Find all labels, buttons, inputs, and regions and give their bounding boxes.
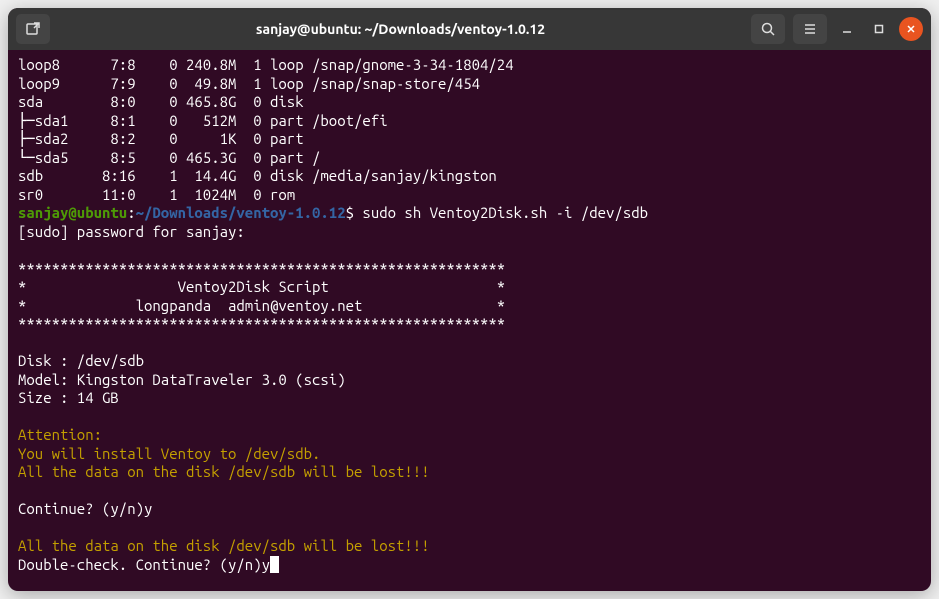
terminal-cursor [270, 556, 279, 573]
new-tab-icon [25, 21, 41, 37]
terminal-content[interactable]: loop8 7:8 0 240.8M 1 loop /snap/gnome-3-… [8, 50, 931, 591]
titlebar: sanjay@ubuntu: ~/Downloads/ventoy-1.0.12 [8, 8, 931, 50]
close-icon [905, 23, 917, 35]
hamburger-icon [802, 21, 818, 37]
minimize-icon [841, 23, 853, 35]
search-icon [760, 21, 776, 37]
close-button[interactable] [899, 17, 923, 41]
menu-button[interactable] [793, 14, 827, 44]
search-button[interactable] [751, 14, 785, 44]
window-title: sanjay@ubuntu: ~/Downloads/ventoy-1.0.12 [58, 21, 743, 37]
minimize-button[interactable] [835, 17, 859, 41]
titlebar-right [751, 14, 923, 44]
maximize-icon [873, 23, 885, 35]
maximize-button[interactable] [867, 17, 891, 41]
titlebar-left [16, 14, 50, 44]
new-tab-button[interactable] [16, 14, 50, 44]
terminal-window: sanjay@ubuntu: ~/Downloads/ventoy-1.0.12… [8, 8, 931, 591]
